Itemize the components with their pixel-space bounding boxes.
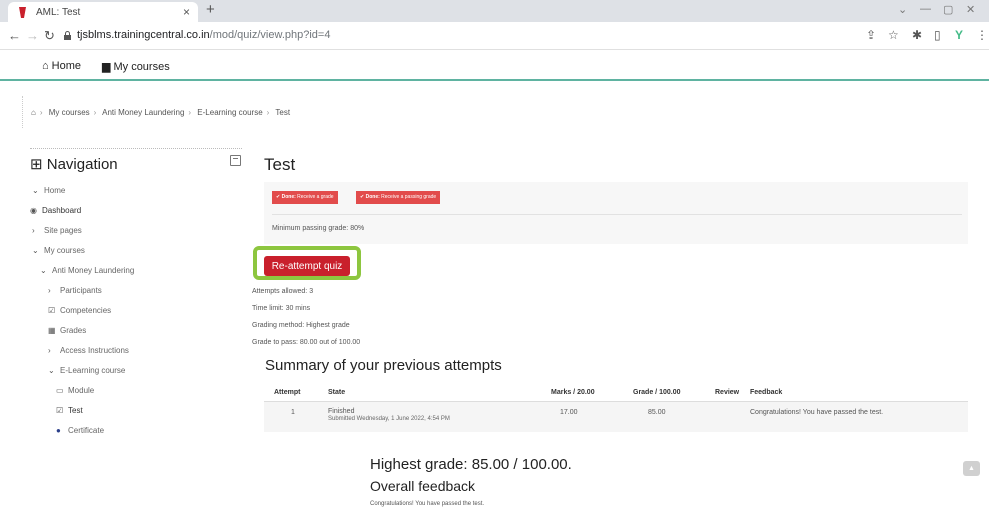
nav-item-certificate[interactable]: ● Certificate: [56, 426, 104, 435]
nav-item-access-instructions[interactable]: › Access Instructions: [48, 346, 129, 355]
grading-method: Grading method: Highest grade: [252, 322, 350, 329]
completion-badge: ✔ Done: Receive a passing grade: [356, 191, 441, 204]
completion-info-box: ✔ Done: Receive a grade ✔ Done: Receive …: [264, 182, 968, 244]
table-icon: ▦: [48, 326, 56, 335]
chevron-down-icon: ⌄: [32, 246, 39, 255]
table-row: 1 Finished Submitted Wednesday, 1 June 2…: [264, 402, 968, 432]
completion-badge: ✔ Done: Receive a grade: [272, 191, 338, 204]
navigation-block-title: ⊞ Navigation: [30, 156, 118, 173]
chevron-right-icon: ›: [48, 346, 51, 355]
breadcrumb-item[interactable]: My courses: [49, 108, 90, 117]
nav-item-test[interactable]: ☑ Test: [56, 406, 83, 415]
reload-icon[interactable]: ↻: [44, 28, 55, 44]
attempt-feedback: Congratulations! You have passed the tes…: [750, 409, 884, 416]
home-icon[interactable]: ⌂: [31, 108, 36, 117]
column-header: Attempt: [274, 389, 301, 396]
summary-title: Summary of your previous attempts: [265, 357, 502, 374]
star-icon[interactable]: ☆: [888, 28, 899, 42]
nav-item-module[interactable]: ▭ Module: [56, 386, 94, 395]
column-header: State: [328, 389, 346, 396]
extensions-icon[interactable]: ✱: [912, 28, 922, 42]
time-limit: Time limit: 30 mins: [252, 305, 311, 312]
browser-address-bar: ← → ↻ tjsblms.trainingcentral.co.in/mod/…: [0, 22, 989, 50]
breadcrumb-container: ⌂ › My courses › Anti Money Laundering › E-…: [22, 96, 967, 128]
tab-title: AML: Test: [36, 7, 81, 18]
overall-feedback-text: Congratulations! You have passed the tes…: [370, 501, 485, 507]
minimum-passing-grade: Minimum passing grade: 80%: [272, 225, 365, 232]
breadcrumb-item[interactable]: Test: [275, 108, 290, 117]
attempt-grade: 85.00: [648, 409, 666, 416]
arrow-up-icon: ▲: [968, 465, 975, 472]
close-window-icon[interactable]: ✕: [966, 3, 975, 16]
reattempt-quiz-button[interactable]: Re-attempt quiz: [264, 256, 350, 276]
browser-tab-bar: AML: Test × + ⌄ — ▢ ✕: [0, 0, 989, 22]
site-navbar: ⌂ Home ▆ My courses: [0, 51, 989, 81]
sidepanel-icon[interactable]: ▯: [934, 28, 941, 42]
site-favicon-icon: [19, 7, 26, 18]
nav-item-anti-money-laundering[interactable]: ⌄ Anti Money Laundering: [40, 266, 134, 275]
forward-icon[interactable]: →: [26, 28, 39, 43]
attempts-allowed: Attempts allowed: 3: [252, 288, 314, 295]
briefcase-icon: ▆: [102, 61, 111, 73]
attempt-submitted: Submitted Wednesday, 1 June 2022, 4:54 P…: [328, 416, 450, 422]
browser-tab[interactable]: AML: Test ×: [8, 2, 198, 22]
minimize-icon[interactable]: —: [920, 3, 931, 15]
check-square-icon: ☑: [48, 306, 56, 315]
column-header: Marks / 20.00: [551, 389, 595, 396]
home-icon: ⌂: [42, 60, 49, 72]
chevron-down-icon: ⌄: [48, 366, 55, 375]
nav-item-competencies[interactable]: ☑ Competencies: [48, 306, 111, 315]
attempt-state: Finished: [328, 408, 355, 415]
tab-close-icon[interactable]: ×: [183, 5, 190, 19]
breadcrumb-item[interactable]: E-Learning course: [197, 108, 262, 117]
quiz-icon: ☑: [56, 406, 64, 415]
chevron-down-icon: ⌄: [40, 266, 47, 275]
chevron-down-icon[interactable]: ⌄: [898, 3, 907, 16]
url-field[interactable]: tjsblms.trainingcentral.co.in/mod/quiz/v…: [77, 29, 330, 41]
share-icon[interactable]: ⇪: [866, 28, 876, 42]
nav-item-dashboard[interactable]: ◉ Dashboard: [30, 206, 81, 215]
nav-item-my-courses[interactable]: ⌄ My courses: [32, 246, 85, 255]
chevron-right-icon: ›: [32, 226, 35, 235]
menu-dots-icon[interactable]: ⋮: [976, 28, 988, 42]
collapse-block-icon[interactable]: [230, 155, 241, 166]
grade-to-pass: Grade to pass: 80.00 out of 100.00: [252, 339, 361, 346]
certificate-icon: ●: [56, 426, 61, 435]
column-header: Review: [715, 389, 740, 396]
breadcrumb-item[interactable]: Anti Money Laundering: [102, 108, 184, 117]
nav-item-grades[interactable]: ▦ Grades: [48, 326, 86, 335]
page-title: Test: [264, 155, 296, 174]
nav-item-home[interactable]: ⌄ Home: [32, 186, 65, 195]
divider: [30, 148, 242, 149]
nav-my-courses-link[interactable]: ▆ My courses: [102, 60, 170, 73]
column-header: Feedback: [750, 389, 783, 396]
breadcrumb: ⌂ › My courses › Anti Money Laundering › E-…: [31, 108, 291, 117]
chevron-down-icon: ⌄: [32, 186, 39, 195]
table-header: Attempt State Marks / 20.00 Grade / 100.…: [264, 384, 968, 402]
nav-item-e-learning-course[interactable]: ⌄ E-Learning course: [48, 366, 125, 375]
highest-grade: Highest grade: 85.00 / 100.00.: [370, 456, 572, 473]
nav-home-link[interactable]: ⌂ Home: [42, 60, 81, 72]
nav-item-site-pages[interactable]: › Site pages: [32, 226, 82, 235]
scroll-to-top-button[interactable]: ▲: [963, 461, 980, 476]
profile-avatar-icon[interactable]: Y: [955, 28, 963, 42]
nav-item-participants[interactable]: › Participants: [48, 286, 102, 295]
divider: [272, 214, 962, 215]
chevron-right-icon: ›: [48, 286, 51, 295]
dashboard-icon: ◉: [30, 206, 37, 215]
overall-feedback-title: Overall feedback: [370, 478, 476, 494]
maximize-icon[interactable]: ▢: [943, 3, 953, 16]
package-icon: ▭: [56, 386, 64, 395]
attempt-number: 1: [291, 409, 295, 416]
sitemap-icon: ⊞: [30, 156, 47, 173]
column-header: Grade / 100.00: [633, 389, 681, 396]
new-tab-button[interactable]: +: [206, 1, 215, 18]
back-icon[interactable]: ←: [8, 28, 21, 43]
attempt-marks: 17.00: [560, 409, 578, 416]
lock-icon: [64, 31, 71, 40]
